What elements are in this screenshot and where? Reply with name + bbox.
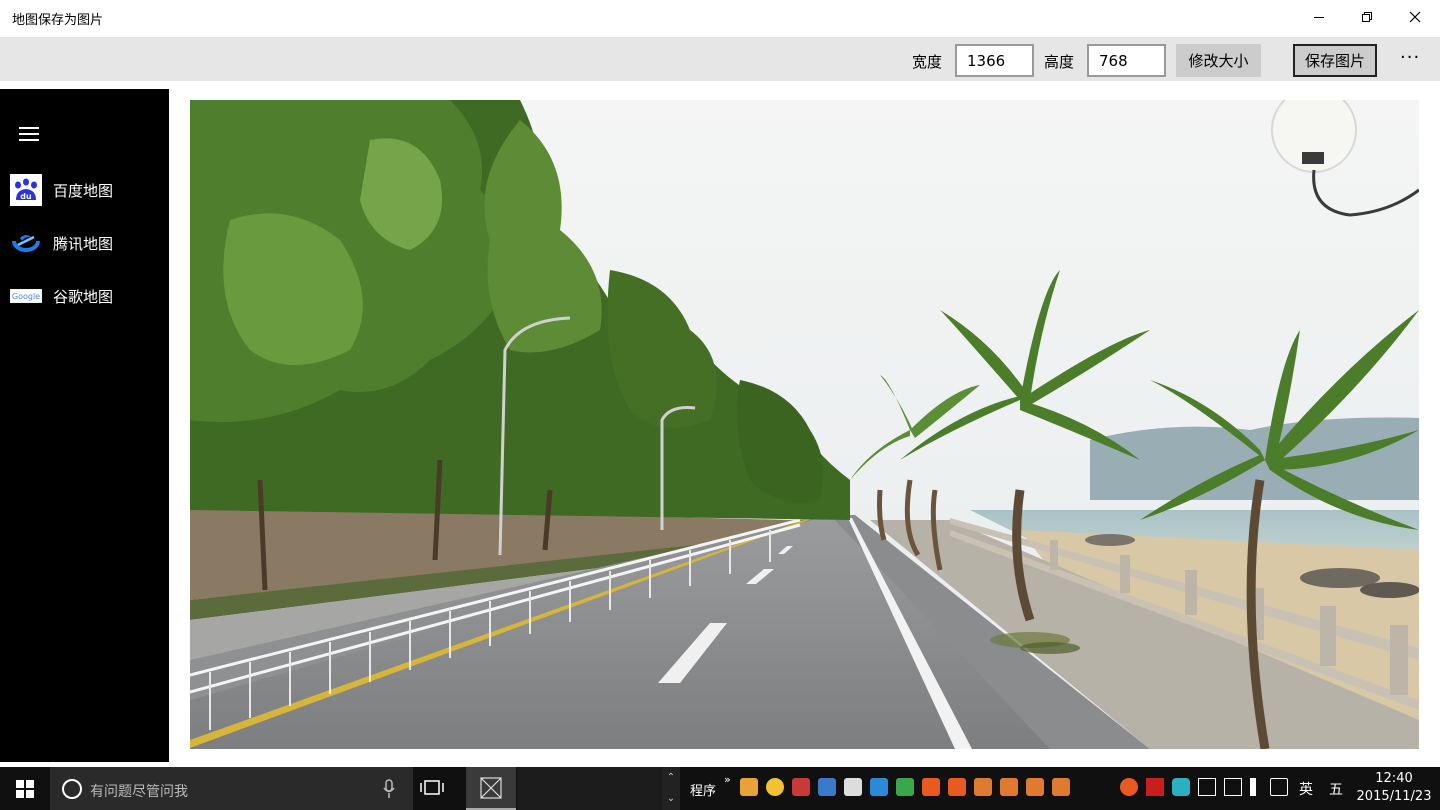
app-tray-icon[interactable] bbox=[1052, 778, 1070, 796]
sidebar: du 百度地图 腾讯地图 Google 谷歌地图 bbox=[0, 89, 169, 762]
save-image-button[interactable]: 保存图片 bbox=[1293, 44, 1377, 77]
windows-logo-icon bbox=[16, 779, 34, 798]
clock-date: 2015/11/23 bbox=[1356, 789, 1432, 804]
more-options-icon[interactable]: ··· bbox=[1400, 47, 1420, 68]
power-icon[interactable] bbox=[1198, 778, 1216, 796]
cortana-search-box[interactable]: 有问题尽管问我 bbox=[50, 767, 413, 810]
taskbar-app-map-saver[interactable] bbox=[466, 767, 516, 810]
restore-icon bbox=[1362, 12, 1372, 22]
app-tray-icon[interactable] bbox=[948, 778, 966, 796]
baidu-icon: du bbox=[10, 174, 42, 206]
app-tray-icon[interactable] bbox=[792, 778, 810, 796]
close-button[interactable] bbox=[1392, 0, 1438, 34]
taskbar: 有问题尽管问我 ⌃ ⌄ 程序 » 英 五 12:40 2015/11/23 bbox=[0, 767, 1440, 810]
google-icon: Google bbox=[10, 280, 42, 312]
system-tray bbox=[1120, 778, 1296, 798]
app-tray-icon[interactable] bbox=[1000, 778, 1018, 796]
app-tray-icon[interactable] bbox=[896, 778, 914, 796]
toolbar-app-icons bbox=[740, 778, 1078, 798]
restore-button[interactable] bbox=[1344, 0, 1390, 34]
sidebar-item-baidu[interactable]: du 百度地图 bbox=[0, 168, 169, 212]
sidebar-item-label: 腾讯地图 bbox=[53, 234, 114, 253]
tray-app-icon[interactable] bbox=[1172, 778, 1190, 796]
svg-text:du: du bbox=[20, 192, 32, 201]
quick-launch-label: 程序 bbox=[690, 784, 717, 799]
height-label: 高度 bbox=[1044, 53, 1075, 71]
start-button[interactable] bbox=[0, 767, 50, 810]
app-tray-icon[interactable] bbox=[1026, 778, 1044, 796]
clock[interactable]: 12:40 2015/11/23 bbox=[1356, 770, 1432, 806]
map-image bbox=[190, 100, 1419, 749]
microphone-icon[interactable] bbox=[383, 779, 395, 799]
notification-icon[interactable] bbox=[1270, 778, 1288, 796]
quick-launch-more-icon[interactable]: » bbox=[724, 773, 731, 786]
app-tray-icon[interactable] bbox=[740, 778, 758, 796]
tray-app-icon[interactable] bbox=[1146, 778, 1164, 796]
width-label: 宽度 bbox=[912, 53, 943, 71]
command-bar: 宽度 高度 修改大小 保存图片 ··· bbox=[0, 37, 1440, 81]
ime-mode[interactable]: 五 bbox=[1329, 779, 1343, 799]
app-tray-icon[interactable] bbox=[766, 778, 784, 796]
sidebar-item-google[interactable]: Google 谷歌地图 bbox=[0, 274, 169, 318]
task-view-icon[interactable] bbox=[420, 778, 444, 798]
app-tray-icon[interactable] bbox=[922, 778, 940, 796]
app-tray-icon[interactable] bbox=[818, 778, 836, 796]
cortana-icon bbox=[62, 779, 82, 799]
tray-app-icon[interactable] bbox=[1120, 778, 1138, 796]
minimize-button[interactable] bbox=[1296, 0, 1342, 34]
resize-button[interactable]: 修改大小 bbox=[1176, 44, 1261, 77]
volume-icon[interactable] bbox=[1250, 778, 1262, 796]
search-placeholder: 有问题尽管问我 bbox=[90, 784, 188, 800]
sidebar-item-label: 谷歌地图 bbox=[53, 287, 114, 306]
app-tray-icon[interactable] bbox=[974, 778, 992, 796]
ime-language[interactable]: 英 bbox=[1299, 779, 1313, 799]
close-icon bbox=[1409, 11, 1421, 23]
network-icon[interactable] bbox=[1224, 778, 1242, 796]
hamburger-menu-icon[interactable] bbox=[19, 127, 39, 141]
tencent-icon bbox=[10, 227, 42, 259]
clock-time: 12:40 bbox=[1375, 771, 1413, 786]
app-tray-icon[interactable] bbox=[870, 778, 888, 796]
sidebar-item-tencent[interactable]: 腾讯地图 bbox=[0, 221, 169, 265]
svg-text:Google: Google bbox=[12, 292, 40, 301]
app-tray-icon[interactable] bbox=[844, 778, 862, 796]
app-icon bbox=[480, 776, 502, 799]
title-bar: 地图保存为图片 bbox=[0, 0, 1440, 36]
taskbar-blank-area bbox=[517, 767, 662, 810]
sidebar-item-label: 百度地图 bbox=[53, 181, 114, 200]
taskbar-scroll[interactable]: ⌃ ⌄ bbox=[662, 767, 680, 810]
height-input[interactable] bbox=[1087, 44, 1166, 77]
minimize-icon bbox=[1314, 17, 1324, 18]
window-title: 地图保存为图片 bbox=[12, 13, 104, 28]
width-input[interactable] bbox=[955, 44, 1034, 77]
